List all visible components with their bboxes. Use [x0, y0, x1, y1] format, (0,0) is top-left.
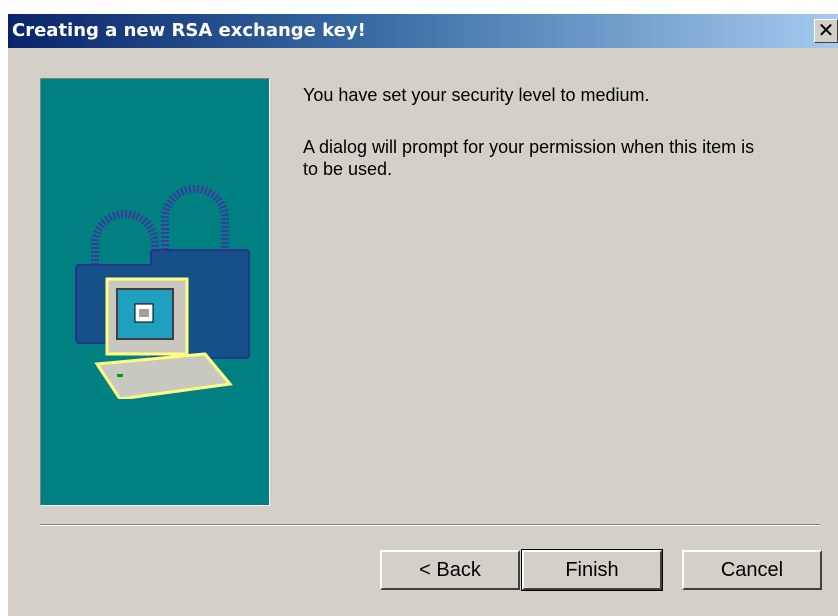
- permission-prompt-message: A dialog will prompt for your permission…: [303, 137, 755, 179]
- dialog-window: Creating a new RSA exchange key! ✕ You h…: [8, 14, 838, 616]
- finish-button[interactable]: Finish: [521, 549, 663, 591]
- window-title: Creating a new RSA exchange key!: [12, 20, 366, 41]
- cancel-button[interactable]: Cancel: [682, 550, 822, 590]
- padlock-computer-icon: [75, 185, 250, 399]
- wizard-side-panel: [40, 78, 270, 506]
- security-level-message: You have set your security level to medi…: [303, 85, 650, 105]
- close-icon[interactable]: ✕: [814, 19, 838, 43]
- button-separator: [40, 524, 820, 526]
- back-button[interactable]: < Back: [380, 550, 520, 590]
- title-bar[interactable]: Creating a new RSA exchange key! ✕: [8, 14, 838, 48]
